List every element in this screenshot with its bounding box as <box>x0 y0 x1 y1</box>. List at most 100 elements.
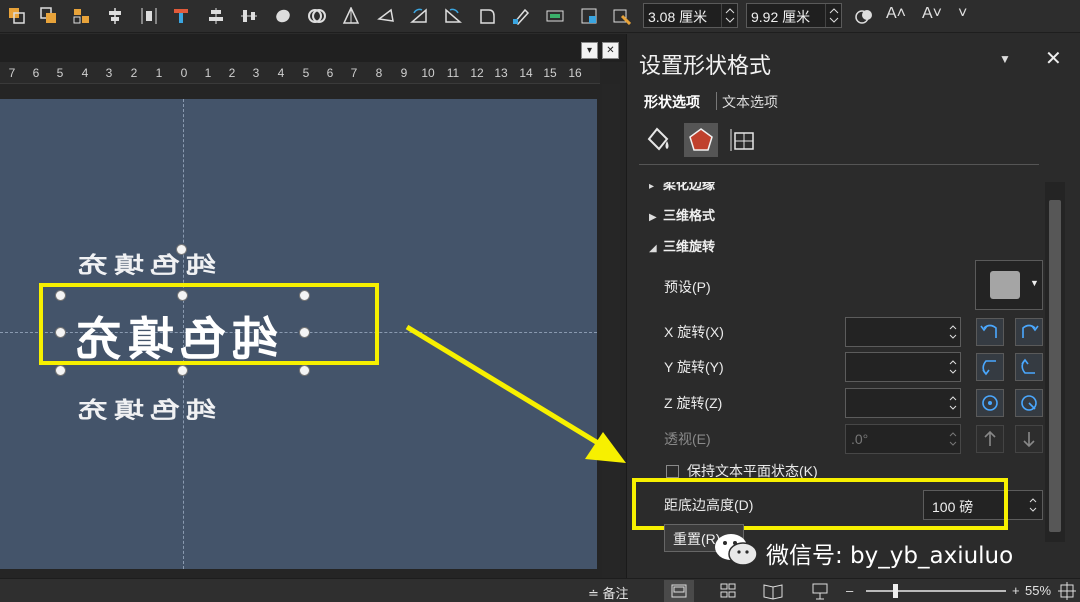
freeform-icon[interactable] <box>444 7 462 25</box>
shape-style-icon[interactable] <box>478 7 496 25</box>
notes-button[interactable]: ≐ 备注 <box>588 583 629 602</box>
effects-icon[interactable] <box>684 123 718 157</box>
shape-width-field[interactable]: 9.92 厘米 <box>746 3 842 28</box>
spinner-icon[interactable] <box>948 354 958 380</box>
ruler-tick: 1 <box>204 66 212 80</box>
normal-view-icon[interactable] <box>664 580 694 602</box>
highlight-box-depth <box>632 478 1008 530</box>
align-middle-icon[interactable] <box>207 7 225 25</box>
section-3d-rotation-label: 三维旋转 <box>663 239 716 254</box>
resize-handle[interactable] <box>177 365 188 376</box>
z-rotation-input[interactable] <box>845 388 961 418</box>
distribute-vertical-icon[interactable] <box>240 7 258 25</box>
width-spinner-icon[interactable] <box>825 4 841 27</box>
triangle-icon[interactable] <box>342 7 360 25</box>
ruler-tick: 7 <box>8 66 16 80</box>
pane-menu-icon[interactable]: ▼ <box>999 52 1011 66</box>
increase-font-icon[interactable]: A˄ <box>886 5 906 23</box>
close-icon[interactable]: ✕ <box>602 42 619 59</box>
bring-forward-icon[interactable] <box>8 7 26 25</box>
section-3d-rotation[interactable]: ◢ 三维旋转 <box>649 236 715 255</box>
horizontal-ruler: 7 6 5 4 3 2 1 0 1 2 3 4 5 6 7 8 9 10 11 … <box>0 62 600 84</box>
dropdown-icon[interactable]: ▾ <box>581 42 598 59</box>
slide-sorter-icon[interactable] <box>713 580 743 602</box>
perspective-label: 透视(E) <box>664 431 711 447</box>
spinner-icon[interactable] <box>948 426 958 452</box>
ruler-tick: 1 <box>155 66 163 80</box>
zoom-in-button[interactable]: + <box>1012 583 1020 598</box>
tab-shape-options[interactable]: 形状选项 <box>644 92 700 112</box>
edit-points-icon[interactable] <box>377 7 395 25</box>
rotate-left-icon[interactable] <box>976 318 1004 346</box>
fill-line-icon[interactable] <box>641 123 675 157</box>
ruler-tick: 8 <box>375 66 383 80</box>
crop-icon[interactable] <box>546 7 564 25</box>
zoom-level[interactable]: 55% <box>1025 583 1051 598</box>
x-rotation-label: X 旋转(X) <box>664 324 724 340</box>
watermark-text: 微信号: by_yb_axiuluo <box>766 543 1014 569</box>
preset-swatch <box>990 271 1020 299</box>
rotate-icon[interactable] <box>410 7 428 25</box>
merge-shapes-icon[interactable] <box>274 7 292 25</box>
rotate-down-icon[interactable] <box>1015 353 1043 381</box>
align-icon[interactable] <box>106 7 124 25</box>
lock-ratio-icon[interactable] <box>855 7 873 25</box>
zoom-slider-thumb[interactable] <box>893 584 898 598</box>
pane-scrollbar-thumb[interactable] <box>1049 200 1061 532</box>
x-rotation-input[interactable] <box>845 317 961 347</box>
section-soft-edges[interactable]: ▸ 柔化边缘 <box>649 182 715 193</box>
tab-text-options[interactable]: 文本选项 <box>722 92 778 112</box>
group-icon[interactable] <box>512 7 530 25</box>
distribute-icon[interactable] <box>140 7 158 25</box>
ruler-tick: 4 <box>277 66 285 80</box>
ruler-tick: 6 <box>326 66 334 80</box>
size-icon[interactable] <box>580 7 598 25</box>
toolbar-overflow-icon[interactable]: ˅ <box>958 5 967 23</box>
shape-height-field[interactable]: 3.08 厘米 <box>643 3 738 28</box>
zoom-out-button[interactable]: – <box>846 583 853 598</box>
spinner-icon[interactable] <box>948 319 958 345</box>
spinner-icon[interactable] <box>1028 492 1038 518</box>
slideshow-icon[interactable] <box>805 580 835 602</box>
zoom-slider[interactable] <box>866 590 1006 592</box>
fit-to-window-icon[interactable] <box>1052 580 1078 602</box>
pane-title: 设置形状格式 <box>639 53 772 78</box>
height-spinner-icon[interactable] <box>721 4 737 27</box>
rotate-clockwise-icon[interactable] <box>1015 389 1043 417</box>
rotate-handle[interactable] <box>176 244 187 255</box>
resize-handle[interactable] <box>55 365 66 376</box>
ruler-tick: 5 <box>302 66 310 80</box>
send-backward-icon[interactable] <box>40 7 58 25</box>
pane-scrollbar[interactable] <box>1045 182 1065 542</box>
rotate-up-icon[interactable] <box>976 353 1004 381</box>
section-3d-format[interactable]: ▶ 三维格式 <box>649 205 715 224</box>
checkbox-icon[interactable] <box>666 465 679 478</box>
size-properties-icon[interactable] <box>727 123 761 157</box>
ruler-tick: 13 <box>494 66 508 80</box>
shape-height-value: 3.08 厘米 <box>648 9 708 25</box>
perspective-input[interactable]: .0° <box>845 424 961 454</box>
format-painter-icon[interactable] <box>613 7 631 25</box>
spinner-icon[interactable] <box>948 390 958 416</box>
notes-label: 备注 <box>602 586 629 601</box>
y-rotation-input[interactable] <box>845 352 961 382</box>
status-bar: ≐ 备注 – + 55% <box>0 578 1080 602</box>
ruler-tick: 6 <box>32 66 40 80</box>
rotate-right-icon[interactable] <box>1015 318 1043 346</box>
arrow-up-icon[interactable] <box>976 425 1004 453</box>
editor-scrollbar[interactable] <box>602 84 620 578</box>
highlight-box-wordart <box>39 283 379 365</box>
keep-text-flat-label: 保持文本平面状态(K) <box>687 463 818 479</box>
preset-dropdown[interactable]: ▼ <box>975 260 1043 310</box>
section-3d-format-label: 三维格式 <box>663 208 716 223</box>
resize-handle[interactable] <box>299 365 310 376</box>
combine-icon[interactable] <box>308 7 326 25</box>
arrow-down-icon[interactable] <box>1015 425 1043 453</box>
text-effects-icon[interactable] <box>172 7 190 25</box>
decrease-font-icon[interactable]: A˅ <box>922 5 942 23</box>
pane-close-icon[interactable]: ✕ <box>1045 46 1062 71</box>
selection-pane-icon[interactable] <box>73 7 91 25</box>
rotate-counterclockwise-icon[interactable] <box>976 389 1004 417</box>
shape-width-value: 9.92 厘米 <box>751 9 811 25</box>
reading-view-icon[interactable] <box>758 580 788 602</box>
